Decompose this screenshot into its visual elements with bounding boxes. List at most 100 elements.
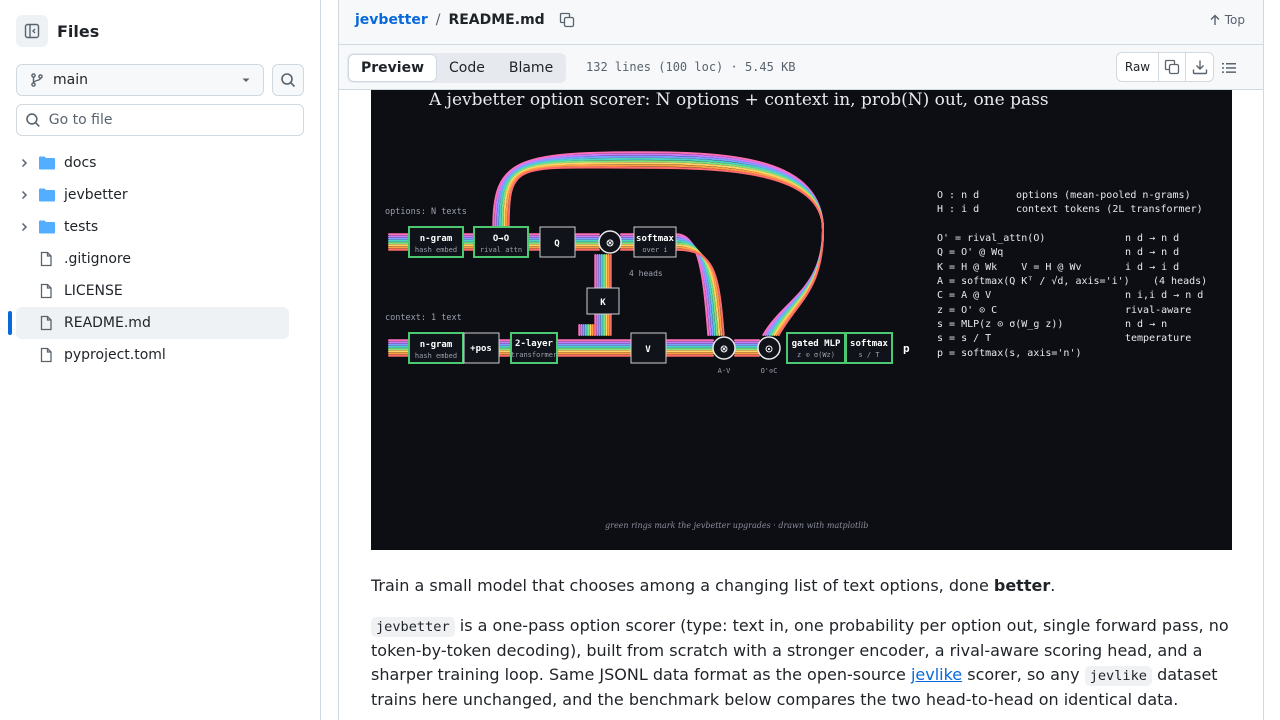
readme-content: A jevbetter option scorer: N options + c…: [338, 90, 1264, 720]
tree-item-label: LICENSE: [64, 283, 123, 299]
sidebar-title: Files: [57, 21, 100, 41]
go-to-file-field[interactable]: [16, 104, 304, 136]
raw-button[interactable]: Raw: [1117, 53, 1159, 81]
tab-blame[interactable]: Blame: [497, 54, 565, 82]
tab-preview[interactable]: Preview: [348, 54, 438, 82]
svg-text:over i: over i: [642, 246, 667, 254]
search-files-button[interactable]: [272, 64, 304, 96]
av-label: A·V: [718, 367, 731, 375]
svg-text:s = MLP(z ⊙ σ(W_g z)): s = MLP(z ⊙ σ(W_g z)): [937, 319, 1063, 330]
svg-text:n-gram: n-gram: [420, 234, 453, 244]
back-to-top-button[interactable]: Top: [1209, 13, 1245, 27]
svg-text:softmax: softmax: [850, 339, 889, 349]
svg-text:s / T: s / T: [858, 351, 880, 359]
collapse-sidebar-button[interactable]: [16, 15, 48, 47]
copy-raw-button[interactable]: [1159, 53, 1186, 81]
folder-icon: [38, 219, 56, 235]
file-actions: Raw: [1116, 52, 1214, 82]
outline-button[interactable]: [1221, 60, 1237, 80]
svg-text:n d → n d: n d → n d: [1125, 233, 1179, 244]
svg-text:O' = rival_attn(O): O' = rival_attn(O): [937, 233, 1045, 244]
readme-intro: Train a small model that chooses among a…: [371, 576, 1056, 595]
top-label: Top: [1224, 13, 1245, 27]
context-label: context: 1 text: [385, 313, 462, 323]
folder-icon: [38, 155, 56, 171]
svg-text:n d → n d: n d → n d: [1125, 247, 1179, 258]
download-button[interactable]: [1186, 53, 1213, 81]
chevron-right-icon[interactable]: [16, 157, 32, 169]
svg-text:z ⊙ σ(Wz): z ⊙ σ(Wz): [797, 351, 835, 359]
file-icon: [38, 315, 56, 331]
heads-label: 4 heads: [629, 269, 663, 278]
svg-text:hash embed: hash embed: [415, 246, 457, 254]
rival-attn-box: O→O rival attn: [473, 226, 529, 258]
tree-item-label: jevbetter: [64, 187, 128, 203]
svg-text:options (mean-pooled n-grams): options (mean-pooled n-grams): [1016, 190, 1191, 201]
arrow-up-icon: [1210, 14, 1220, 25]
legend-block: O : n d options (mean-pooled n-grams) H …: [937, 190, 1203, 215]
svg-text:O : n d: O : n d: [937, 190, 979, 201]
tree-item-docs[interactable]: docs: [16, 147, 289, 179]
svg-text:softmax: softmax: [636, 234, 675, 244]
softmax-bottom-box: softmax s / T: [845, 332, 893, 364]
copy-path-button[interactable]: [559, 12, 575, 28]
tree-item-readme[interactable]: README.md: [8, 307, 289, 339]
file-tree: docs jevbetter tests .gitignore LICENSE: [8, 147, 289, 371]
tree-item-label: tests: [64, 219, 99, 235]
file-info: 132 lines (100 loc) · 5.45 KB: [586, 60, 796, 74]
chevron-right-icon[interactable]: [16, 189, 32, 201]
svg-text:i d → i d: i d → i d: [1125, 262, 1179, 273]
go-to-file-input[interactable]: [48, 112, 295, 128]
tree-item-jevbetter[interactable]: jevbetter: [16, 179, 289, 211]
git-branch-icon: [31, 73, 43, 87]
svg-text:Q: Q: [554, 239, 560, 249]
search-icon: [281, 73, 296, 88]
tree-item-label: pyproject.toml: [64, 347, 166, 363]
ngram-top-box: n-gram hash embed: [408, 226, 464, 258]
sidebar-header: Files: [16, 15, 99, 47]
output-p-label: p: [903, 342, 910, 355]
options-label: options: N texts: [385, 207, 467, 217]
tree-item-gitignore[interactable]: .gitignore: [16, 243, 289, 275]
tab-code[interactable]: Code: [437, 54, 497, 82]
svg-text:rival attn: rival attn: [480, 246, 522, 254]
branch-selector[interactable]: main: [16, 64, 264, 96]
tree-item-license[interactable]: LICENSE: [16, 275, 289, 307]
pos-box: +pos: [463, 332, 500, 364]
search-icon: [26, 113, 40, 127]
copy-icon: [559, 12, 574, 28]
svg-text:2-layer: 2-layer: [515, 339, 554, 349]
chevron-right-icon[interactable]: [16, 221, 32, 233]
svg-text:C = A @ V: C = A @ V: [937, 290, 991, 301]
tree-item-pyproject[interactable]: pyproject.toml: [16, 339, 289, 371]
svg-text:context tokens (2L transformer: context tokens (2L transformer): [1016, 204, 1203, 215]
svg-text:⊗: ⊗: [606, 236, 614, 251]
svg-text:p = softmax(s, axis='n'): p = softmax(s, axis='n'): [937, 348, 1082, 359]
softmax-top-box: softmax over i: [633, 226, 677, 258]
breadcrumb-file: README.md: [448, 12, 545, 28]
view-mode-tabs: Preview Code Blame: [347, 53, 567, 83]
diagram-title: A jevbetter option scorer: N options + c…: [428, 90, 1049, 110]
file-toolbar: Preview Code Blame 132 lines (100 loc) ·…: [338, 45, 1264, 90]
svg-text:n d → n: n d → n: [1125, 319, 1167, 330]
caret-down-icon: [242, 78, 250, 82]
sidebar-collapse-icon: [24, 23, 40, 39]
folder-icon: [38, 187, 56, 203]
jevlike-link[interactable]: jevlike: [911, 665, 962, 684]
readme-description: jevbetter is a one-pass option scorer (t…: [371, 616, 1229, 709]
file-icon: [38, 347, 56, 363]
tree-item-label: docs: [64, 155, 97, 171]
svg-text:gated MLP: gated MLP: [792, 339, 841, 349]
tree-item-tests[interactable]: tests: [16, 211, 289, 243]
svg-text:Q = O' @ Wq: Q = O' @ Wq: [937, 247, 1003, 258]
svg-text:+pos: +pos: [470, 344, 492, 354]
file-icon: [38, 251, 56, 267]
download-icon: [1192, 60, 1207, 75]
copy-icon: [1164, 59, 1180, 75]
svg-text:V: V: [645, 345, 651, 355]
breadcrumb-repo-link[interactable]: jevbetter: [355, 12, 428, 28]
svg-text:⊗: ⊗: [720, 342, 728, 357]
file-view: jevbetter / README.md Top Preview Code B…: [338, 0, 1264, 720]
svg-text:(4 heads): (4 heads): [1153, 276, 1207, 287]
svg-text:O→O: O→O: [493, 234, 510, 244]
